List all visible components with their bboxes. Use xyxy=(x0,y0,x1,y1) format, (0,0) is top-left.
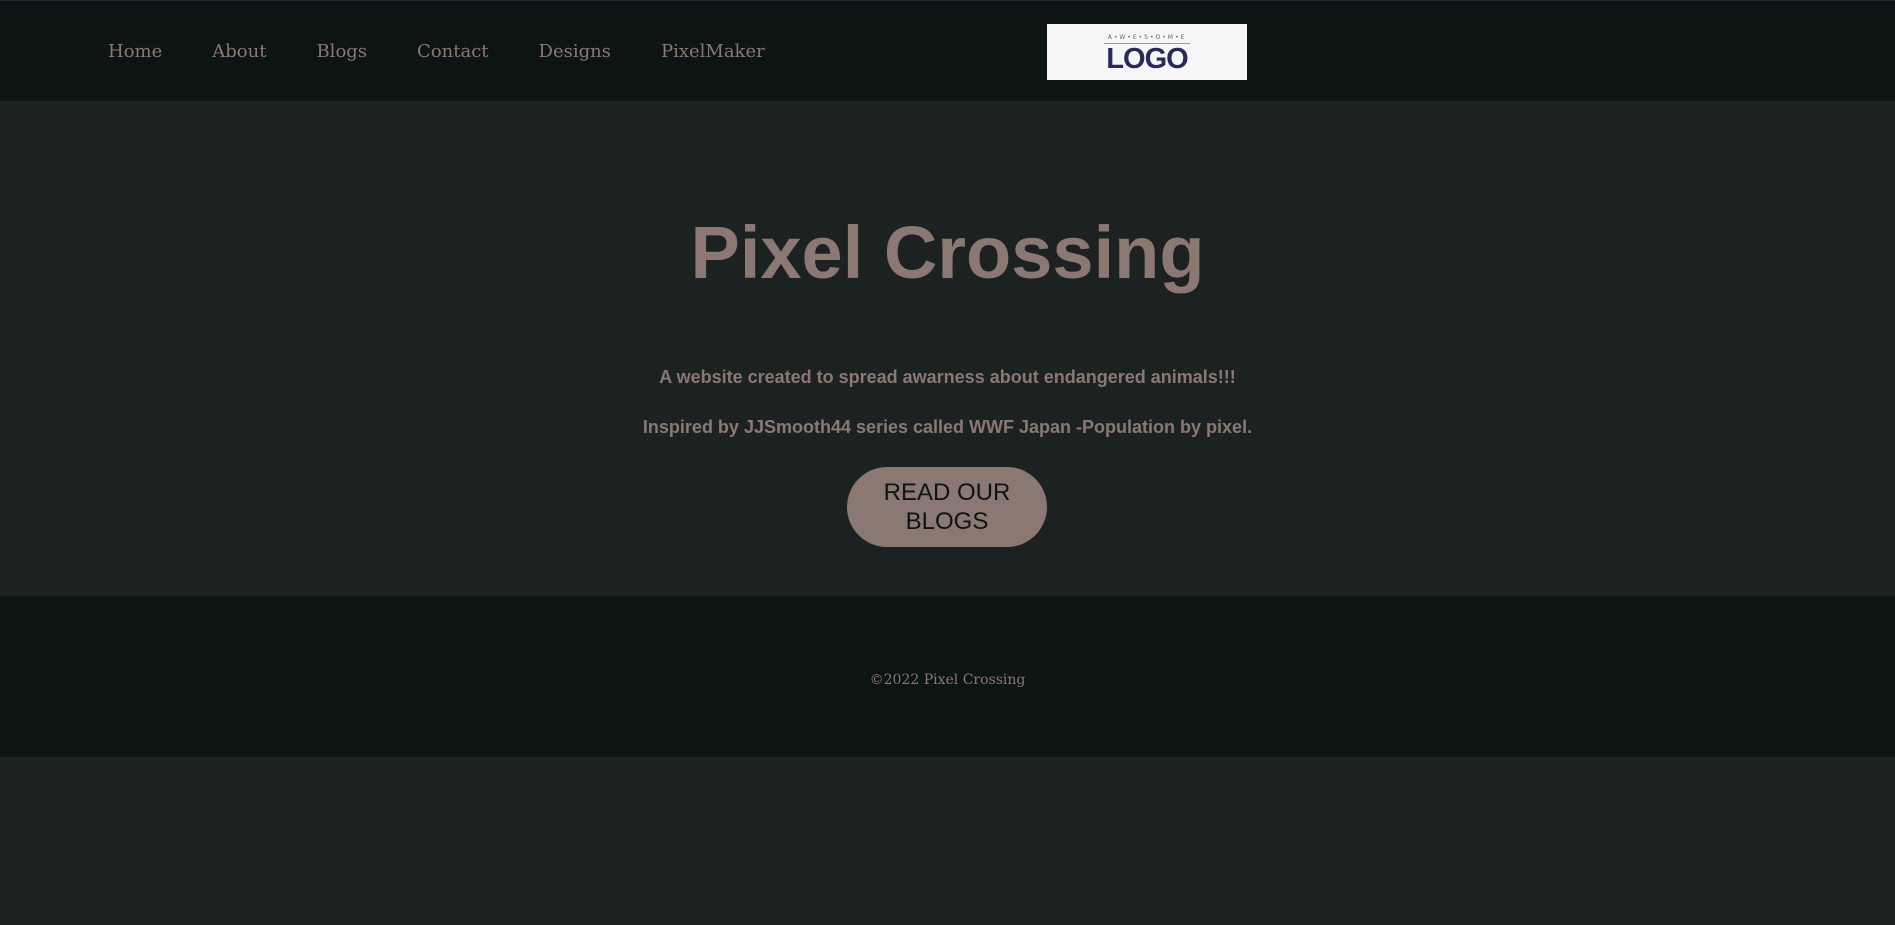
page-title: Pixel Crossing xyxy=(690,211,1205,294)
copyright-text: ©2022 Pixel Crossing xyxy=(869,672,1026,688)
hero-section: Pixel Crossing A website created to spre… xyxy=(0,101,1895,596)
nav-link-blogs[interactable]: Blogs xyxy=(316,41,367,62)
logo-tagline: A•W•E•S•O•M•E xyxy=(1107,33,1187,41)
hero-subtitle-inspiration: Inspired by JJSmooth44 series called WWF… xyxy=(642,417,1253,437)
nav-link-about[interactable]: About xyxy=(212,41,266,62)
site-footer: ©2022 Pixel Crossing xyxy=(0,596,1895,757)
nav-link-contact[interactable]: Contact xyxy=(417,41,488,62)
logo-text: LOGO xyxy=(1106,42,1188,75)
site-header: Home About Blogs Contact Designs PixelMa… xyxy=(0,0,1895,101)
nav-link-home[interactable]: Home xyxy=(108,41,162,62)
main-nav: Home About Blogs Contact Designs PixelMa… xyxy=(108,41,815,62)
hero-subtitle-description: A website created to spread awarness abo… xyxy=(659,367,1236,387)
nav-link-pixelmaker[interactable]: PixelMaker xyxy=(661,41,765,62)
read-blogs-button[interactable]: READ OUR BLOGS xyxy=(847,467,1047,547)
nav-link-designs[interactable]: Designs xyxy=(539,41,611,62)
site-logo[interactable]: A•W•E•S•O•M•E LOGO xyxy=(1047,24,1247,80)
